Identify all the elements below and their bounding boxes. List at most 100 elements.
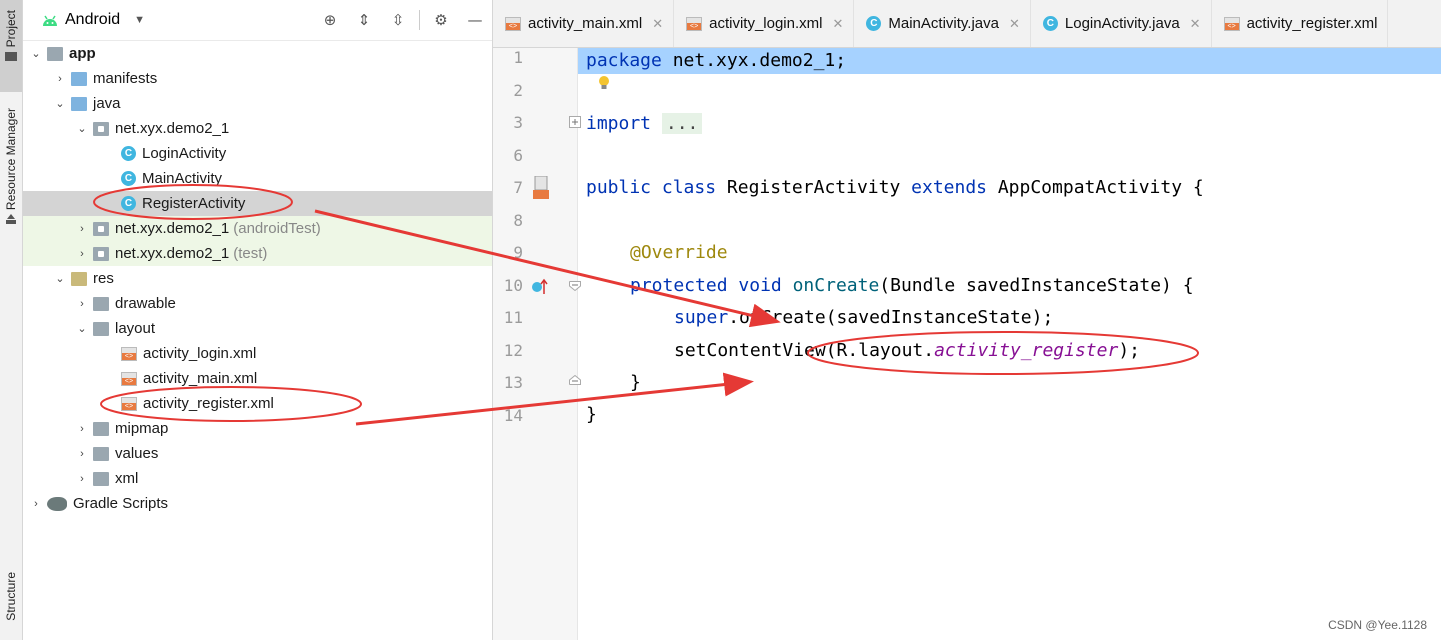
resource-manager-tool-tab[interactable]: Resource Manager [0,104,22,249]
tree-item-label: LoginActivity [142,145,227,162]
xml-layout-icon [505,16,521,31]
chevron-right-icon[interactable]: › [75,223,89,235]
chevron-right-icon[interactable]: › [29,498,43,510]
chevron-right-icon[interactable]: › [75,423,89,435]
gear-icon[interactable]: ⚙ [430,9,452,31]
folder-icon [93,296,109,311]
line-number: 3 [513,113,523,132]
keyword: void [738,275,782,296]
chevron-down-icon[interactable]: ⌄ [53,97,67,110]
tree-item-app[interactable]: ⌄ app [23,41,492,66]
tab-label: activity_main.xml [528,15,643,32]
xml-layout-icon [121,396,137,411]
chevron-right-icon[interactable]: › [75,298,89,310]
tree-item-label: RegisterActivity [142,195,246,212]
tree-item-values[interactable]: › values [23,441,492,466]
line-number: 2 [513,81,523,100]
tab-activity-login-xml[interactable]: activity_login.xml ✕ [674,0,855,47]
fold-end-icon[interactable] [569,375,581,385]
tree-item-label: layout [115,320,156,337]
tree-item-activity-main-xml[interactable]: activity_main.xml [23,366,492,391]
class-icon: C [121,171,136,186]
line-number: 7 [513,178,523,197]
tree-item-layout[interactable]: ⌄ layout [23,316,492,341]
fold-expand-icon[interactable] [569,116,581,128]
watermark: CSDN @Yee.1128 [1328,618,1427,632]
code-text: package net.xyx.demo2_1; import ... publ… [586,48,1441,640]
line-number: 10 [503,276,523,295]
tree-item-package-android-test[interactable]: › net.xyx.demo2_1 (androidTest) [23,216,492,241]
chevron-down-icon[interactable]: ⌄ [29,47,43,60]
code-line-12: setContentView(R.layout.activity_registe… [586,335,1140,367]
tree-item-main-activity[interactable]: C MainActivity [23,166,492,191]
tab-activity-main-xml[interactable]: activity_main.xml ✕ [493,0,675,47]
folded-region[interactable]: ... [661,113,703,134]
tree-item-label: activity_main.xml [143,370,258,387]
tree-item-res[interactable]: ⌄ res [23,266,492,291]
tree-item-login-activity[interactable]: C LoginActivity [23,141,492,166]
close-icon[interactable]: ✕ [1009,16,1020,32]
tab-login-activity-java[interactable]: C LoginActivity.java ✕ [1031,0,1212,47]
project-view-label: Android [65,11,121,28]
locate-icon[interactable]: ⊕ [319,9,341,31]
tree-item-package-main[interactable]: ⌄ net.xyx.demo2_1 [23,116,492,141]
line-number: 1 [513,48,523,67]
code-line-11: super.onCreate(savedInstanceState); [586,302,1053,334]
resource-manager-tool-label: Resource Manager [4,108,18,211]
chevron-down-icon[interactable]: ⌄ [75,322,89,335]
tree-item-drawable[interactable]: › drawable [23,291,492,316]
tree-item-gradle-scripts[interactable]: › Gradle Scripts [23,491,492,516]
code-text: net.xyx.demo2_1; [661,50,847,71]
project-tool-tab[interactable]: Project [0,0,22,92]
close-icon[interactable]: ✕ [1190,16,1201,32]
hide-icon[interactable]: — [464,9,486,31]
structure-tool-tab[interactable]: Structure [0,566,22,640]
tree-item-register-activity[interactable]: C RegisterActivity [23,191,492,216]
chevron-down-icon[interactable]: ⌄ [75,122,89,135]
code-text: } [586,404,597,425]
code-line-10: protected void onCreate(Bundle savedInst… [586,270,1194,302]
chevron-down-icon: ▼ [134,14,146,26]
tree-item-java[interactable]: ⌄ java [23,91,492,116]
code-editor[interactable]: 1 2 3 6 7 8 9 10 11 12 13 14 package net… [493,48,1441,640]
chevron-down-icon[interactable]: ⌄ [53,272,67,285]
package-icon [93,121,109,136]
tree-item-manifests[interactable]: › manifests [23,66,492,91]
xml-layout-icon [121,371,137,386]
tree-item-mipmap[interactable]: › mipmap [23,416,492,441]
class-icon: C [121,196,136,211]
close-icon[interactable]: ✕ [832,16,843,32]
close-icon[interactable]: ✕ [652,16,663,32]
tab-main-activity-java[interactable]: C MainActivity.java ✕ [854,0,1031,47]
tree-item-package-test[interactable]: › net.xyx.demo2_1 (test) [23,241,492,266]
override-method-icon[interactable] [531,278,549,296]
tree-item-activity-login-xml[interactable]: activity_login.xml [23,341,492,366]
fold-collapse-icon[interactable] [569,281,581,291]
folder-icon [93,471,109,486]
chevron-right-icon[interactable]: › [53,73,67,85]
project-panel-header: Android ▼ ⊕ ⇕ ⇳ ⚙ — [23,0,492,41]
toolbar-divider [419,10,420,30]
tree-item-label: xml [115,470,139,487]
line-number: 6 [513,146,523,165]
tree-item-label: net.xyx.demo2_1 [115,120,230,137]
tree-item-xml[interactable]: › xml [23,466,492,491]
expand-all-icon[interactable]: ⇕ [353,9,375,31]
layout-xml-gutter-icon[interactable] [533,176,555,200]
line-number: 9 [513,243,523,262]
project-view-selector[interactable]: Android ▼ [41,11,145,29]
code-text: ); [1118,340,1141,361]
chevron-right-icon[interactable]: › [75,448,89,460]
folder-icon [5,52,17,62]
left-tool-strip: Project Resource Manager Structure [0,0,23,640]
chevron-right-icon[interactable]: › [75,473,89,485]
collapse-all-icon[interactable]: ⇳ [387,9,409,31]
keyword: package [586,50,662,71]
project-panel: Android ▼ ⊕ ⇕ ⇳ ⚙ — ⌄ app › manifests ⌄ … [23,0,493,640]
structure-tool-label: Structure [4,572,18,621]
tab-activity-register-xml[interactable]: activity_register.xml [1212,0,1389,47]
layout-field: activity_register [934,340,1119,361]
tree-item-activity-register-xml[interactable]: activity_register.xml [23,391,492,416]
class-icon: C [121,146,136,161]
chevron-right-icon[interactable]: › [75,248,89,260]
